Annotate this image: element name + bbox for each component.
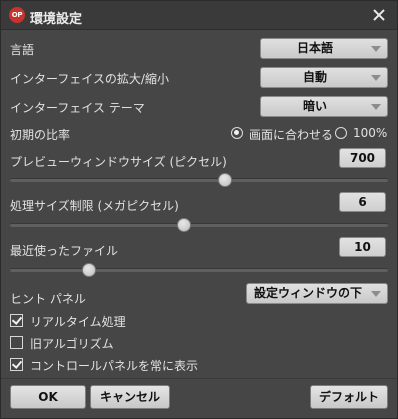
ok-button[interactable]: OK	[10, 385, 86, 409]
recent-files-label: 最近使ったファイル	[10, 244, 119, 258]
legacy-algorithm-label[interactable]: 旧アルゴリズム	[30, 335, 114, 352]
preview-size-label: プレビューウィンドウサイズ (ピクセル)	[10, 155, 227, 169]
close-button[interactable]	[370, 6, 388, 24]
slider-thumb[interactable]	[176, 218, 191, 232]
processing-limit-label: 処理サイズ制限 (メガピクセル)	[10, 199, 179, 213]
close-icon	[373, 9, 385, 21]
processing-limit-value[interactable]: 6	[339, 192, 386, 212]
ui-scale-dropdown[interactable]: 自動	[260, 67, 388, 88]
theme-value: 暗い	[302, 99, 327, 113]
title-bar[interactable]: OP 環境設定	[1, 1, 397, 30]
slider-thumb[interactable]	[82, 263, 97, 277]
realtime-processing-checkbox[interactable]	[10, 314, 23, 327]
footer-divider	[1, 378, 397, 379]
theme-label: インターフェイス テーマ	[10, 101, 145, 115]
hint-panel-value: 設定ウィンドウの下	[253, 286, 362, 300]
radio-100-percent[interactable]	[335, 127, 347, 139]
chevron-down-icon	[371, 291, 381, 297]
chevron-down-icon	[371, 46, 381, 52]
ui-scale-value: 自動	[302, 70, 327, 84]
chevron-down-icon	[371, 75, 381, 81]
preferences-dialog: OP 環境設定 言語 日本語 インターフェイスの拡大/縮小 自動 インターフェイ…	[0, 0, 398, 419]
always-show-panel-checkbox[interactable]	[10, 358, 23, 371]
default-button[interactable]: デフォルト	[310, 385, 388, 409]
preview-size-slider[interactable]	[10, 173, 388, 187]
language-value: 日本語	[296, 41, 333, 55]
hint-panel-label: ヒント パネル	[10, 292, 86, 306]
preview-size-value[interactable]: 700	[339, 148, 386, 168]
cancel-button[interactable]: キャンセル	[90, 385, 170, 409]
realtime-processing-label[interactable]: リアルタイム処理	[30, 313, 126, 330]
processing-limit-slider[interactable]	[10, 218, 388, 232]
radio-fit-screen[interactable]	[231, 127, 243, 139]
language-dropdown[interactable]: 日本語	[260, 38, 388, 59]
radio-100-percent-label[interactable]: 100%	[353, 126, 387, 140]
radio-fit-screen-label[interactable]: 画面に合わせる	[249, 126, 333, 143]
always-show-panel-label[interactable]: コントロールパネルを常に表示	[30, 357, 198, 374]
app-logo-icon: OP	[9, 7, 25, 23]
ui-scale-label: インターフェイスの拡大/縮小	[10, 72, 169, 86]
chevron-down-icon	[371, 104, 381, 110]
theme-dropdown[interactable]: 暗い	[260, 96, 388, 117]
slider-thumb[interactable]	[218, 173, 233, 187]
recent-files-slider[interactable]	[10, 263, 388, 277]
initial-ratio-label: 初期の比率	[10, 128, 71, 142]
recent-files-value[interactable]: 10	[339, 237, 386, 257]
language-label: 言語	[10, 43, 35, 57]
legacy-algorithm-checkbox[interactable]	[10, 336, 23, 349]
window-title: 環境設定	[30, 12, 83, 27]
hint-panel-dropdown[interactable]: 設定ウィンドウの下	[246, 283, 388, 304]
